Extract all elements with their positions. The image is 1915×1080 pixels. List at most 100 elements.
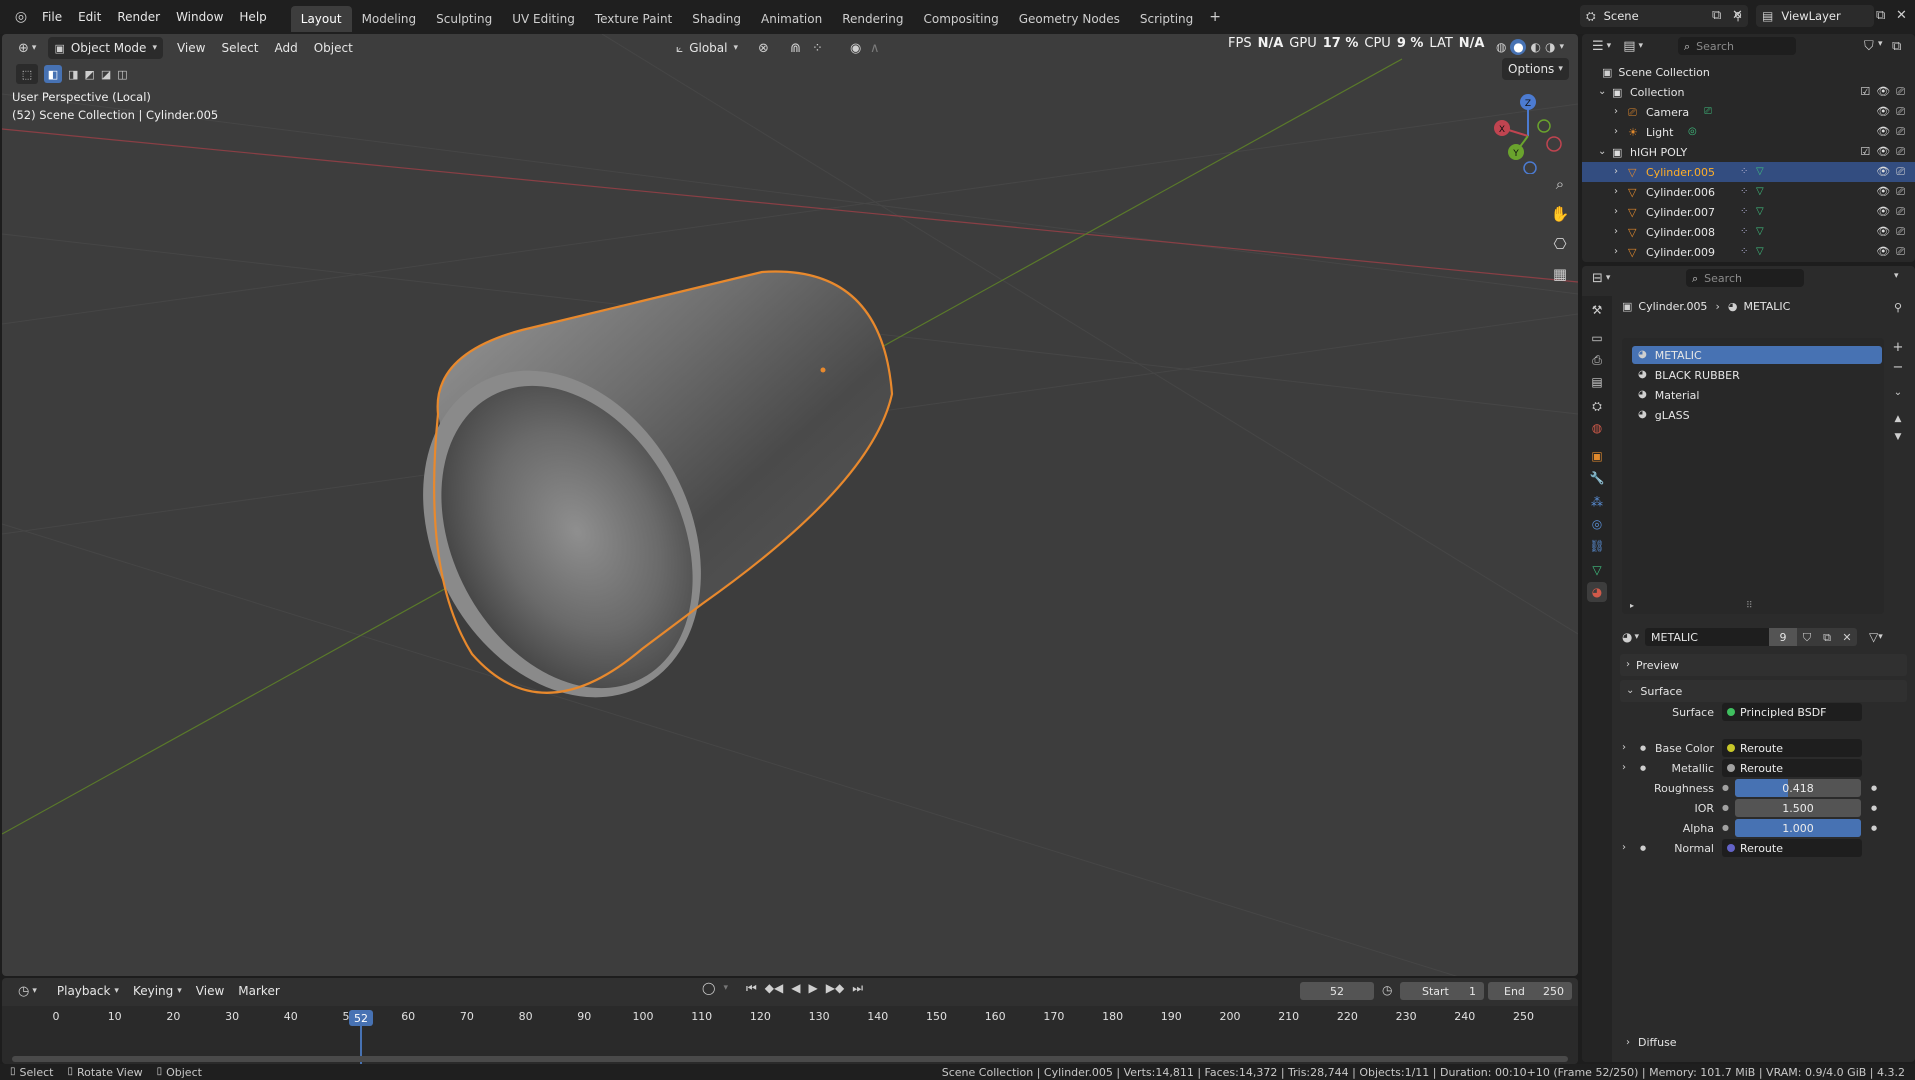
output-tab-icon[interactable]: ⎙ [1587,350,1607,370]
playhead-marker[interactable]: 52 [349,1010,373,1026]
outliner-row[interactable]: › ▽ Cylinder.005 ⁘ ▽ 👁 ⎚ [1582,162,1915,182]
eye-icon[interactable]: 👁 [1876,205,1890,219]
object-mode-dropdown[interactable]: ▣ Object Mode ▾ [48,37,163,59]
remove-slot-icon[interactable]: − [1888,358,1908,376]
chevron-down-icon[interactable]: ▾ [1559,42,1564,52]
link-type-icon[interactable]: ▽ [1869,631,1878,643]
view-layer-tab-icon[interactable]: ▤ [1587,372,1607,392]
chevron-right-icon[interactable]: › [1614,187,1618,197]
select-new-icon[interactable]: ◧ [44,65,62,83]
new-collection-icon[interactable]: ⧉ [1892,40,1901,53]
checkbox-icon[interactable]: ☑ [1860,145,1870,159]
eye-icon[interactable]: 👁 [1876,145,1890,159]
shader-input-slider[interactable]: 1.000 [1734,819,1861,837]
surface-panel-header[interactable]: ⌄ Surface [1620,680,1907,702]
delete-viewlayer-icon[interactable]: ✕ [1896,9,1907,22]
menu-timeline-view[interactable]: View [190,980,230,1002]
new-scene-icon[interactable]: ⧉ [1712,9,1721,22]
select-box-tool-icon[interactable]: ⬚ [16,64,38,84]
select-extend-icon[interactable]: ◨ [68,69,78,80]
camera-render-icon[interactable]: ⎚ [1896,245,1905,259]
prev-keyframe-icon[interactable]: ◆◀ [765,982,783,994]
outliner-row[interactable]: › ☀ Light ◎ 👁 ⎚ [1582,122,1915,142]
tab-rendering[interactable]: Rendering [832,6,913,32]
preview-range-icon[interactable]: ◷ [1382,984,1392,996]
end-frame-field[interactable]: End 250 [1488,982,1572,1000]
select-subtract-icon[interactable]: ◩ [84,69,94,80]
camera-render-icon[interactable]: ⎚ [1896,185,1905,199]
keyframe-dot-icon[interactable]: ● [1871,804,1877,812]
camera-render-icon[interactable]: ⎚ [1896,205,1905,219]
jump-start-icon[interactable]: ⏮ [746,982,757,994]
material-tab-icon[interactable]: ◕ [1587,582,1607,602]
timeline-editor-type-button[interactable]: ◷ ▾ [12,980,43,1002]
menu-object[interactable]: Object [308,37,359,59]
tab-uv-editing[interactable]: UV Editing [502,6,585,32]
scene-tab-icon[interactable]: ⛭ [1587,396,1607,416]
falloff-button[interactable]: ∧ [864,37,886,59]
3d-viewport[interactable]: ⊕ ▾ ▣ Object Mode ▾ View Select Add Obje… [2,34,1578,976]
chevron-down-icon[interactable]: ⌄ [1598,87,1606,97]
filter-icon[interactable]: ⛉ [1864,40,1874,53]
outliner-row[interactable]: › ▽ Cylinder.007 ⁘ ▽ 👁 ⎚ [1582,202,1915,222]
render-tab-icon[interactable]: ▭ [1587,328,1607,348]
world-tab-icon[interactable]: ◍ [1587,418,1607,438]
menu-window[interactable]: Window [168,0,231,34]
material-slot[interactable]: ◕ BLACK RUBBER [1632,366,1882,384]
eye-icon[interactable]: 👁 [1876,85,1890,99]
tab-scripting[interactable]: Scripting [1130,6,1203,32]
eye-icon[interactable]: 👁 [1876,185,1890,199]
properties-search-box[interactable]: ⌕ Search [1686,269,1804,287]
unlink-material-icon[interactable]: ✕ [1837,628,1858,646]
tab-geometry-nodes[interactable]: Geometry Nodes [1009,6,1130,32]
duplicate-material-icon[interactable]: ⧉ [1817,628,1838,646]
outliner-row[interactable]: › ▽ Cylinder.009 ⁘ ▽ 👁 ⎚ [1582,242,1915,262]
outliner-row-scene-collection[interactable]: ▣ Scene Collection [1582,62,1915,82]
tab-compositing[interactable]: Compositing [913,6,1008,32]
properties-search-input[interactable]: Search [1704,272,1742,285]
chevron-right-icon[interactable]: › [1622,763,1626,773]
pan-hand-icon[interactable]: ✋ [1548,202,1572,226]
properties-editor-type-button[interactable]: ⊟ ▾ [1586,267,1616,289]
outliner-row[interactable]: › ▽ Cylinder.006 ⁘ ▽ 👁 ⎚ [1582,182,1915,202]
menu-edit[interactable]: Edit [70,0,109,34]
next-keyframe-icon[interactable]: ▶◆ [826,982,844,994]
material-browse-icon[interactable]: ◕ [1622,631,1632,643]
shader-input-link[interactable]: Reroute [1722,839,1862,857]
chevron-down-icon[interactable]: ⌄ [1598,147,1606,157]
material-slot[interactable]: ◕ METALIC [1632,346,1882,364]
zoom-icon[interactable]: ⌕ [1548,172,1572,196]
menu-keying[interactable]: Keying ▾ [127,980,188,1002]
transform-orientation-dropdown[interactable]: ⟀ Global ▾ [670,37,744,59]
material-slot[interactable]: ◕ Material [1632,386,1882,404]
outliner-row[interactable]: ⌄ ▣ hIGH POLY ☑ 👁 ⎚ [1582,142,1915,162]
add-workspace-icon[interactable]: + [1209,10,1221,24]
pivot-point-button[interactable]: ⊗ [752,37,775,59]
chevron-down-icon[interactable]: ▾ [1634,632,1639,642]
list-expand-icon[interactable]: ▸ [1630,602,1634,610]
blender-logo-icon[interactable]: ◎ [12,10,30,24]
fake-user-shield-icon[interactable]: ⛉ [1797,628,1818,646]
outliner-editor-type-button[interactable]: ☰ ▾ [1586,35,1617,57]
diffuse-panel-header[interactable]: › Diffuse [1626,1036,1677,1049]
viewlayer-selector[interactable]: ▤ ViewLayer [1756,5,1874,27]
chevron-right-icon[interactable]: › [1614,227,1618,237]
navigation-gizmo[interactable]: Z X Y [1490,88,1570,174]
outliner-search-input[interactable]: Search [1696,40,1734,53]
add-slot-icon[interactable]: + [1888,338,1908,356]
chevron-right-icon[interactable]: › [1622,843,1626,853]
current-frame-field[interactable]: 52 [1300,982,1374,1000]
chevron-right-icon[interactable]: › [1614,247,1618,257]
eye-icon[interactable]: 👁 [1876,245,1890,259]
material-name-field[interactable]: METALIC [1645,628,1770,646]
timeline-scrollbar[interactable] [12,1056,1568,1062]
material-users-count[interactable]: 9 [1769,628,1798,646]
object-tab-icon[interactable]: ▣ [1587,446,1607,466]
particles-tab-icon[interactable]: ⁂ [1587,492,1607,512]
options-dropdown[interactable]: Options ▾ [1502,58,1569,80]
outliner-search-box[interactable]: ⌕ Search [1678,37,1796,55]
start-frame-field[interactable]: Start 1 [1400,982,1484,1000]
shader-input-slider[interactable]: 0.418 [1734,779,1861,797]
menu-help[interactable]: Help [231,0,274,34]
move-slot-up-icon[interactable]: ▲ [1888,410,1908,428]
